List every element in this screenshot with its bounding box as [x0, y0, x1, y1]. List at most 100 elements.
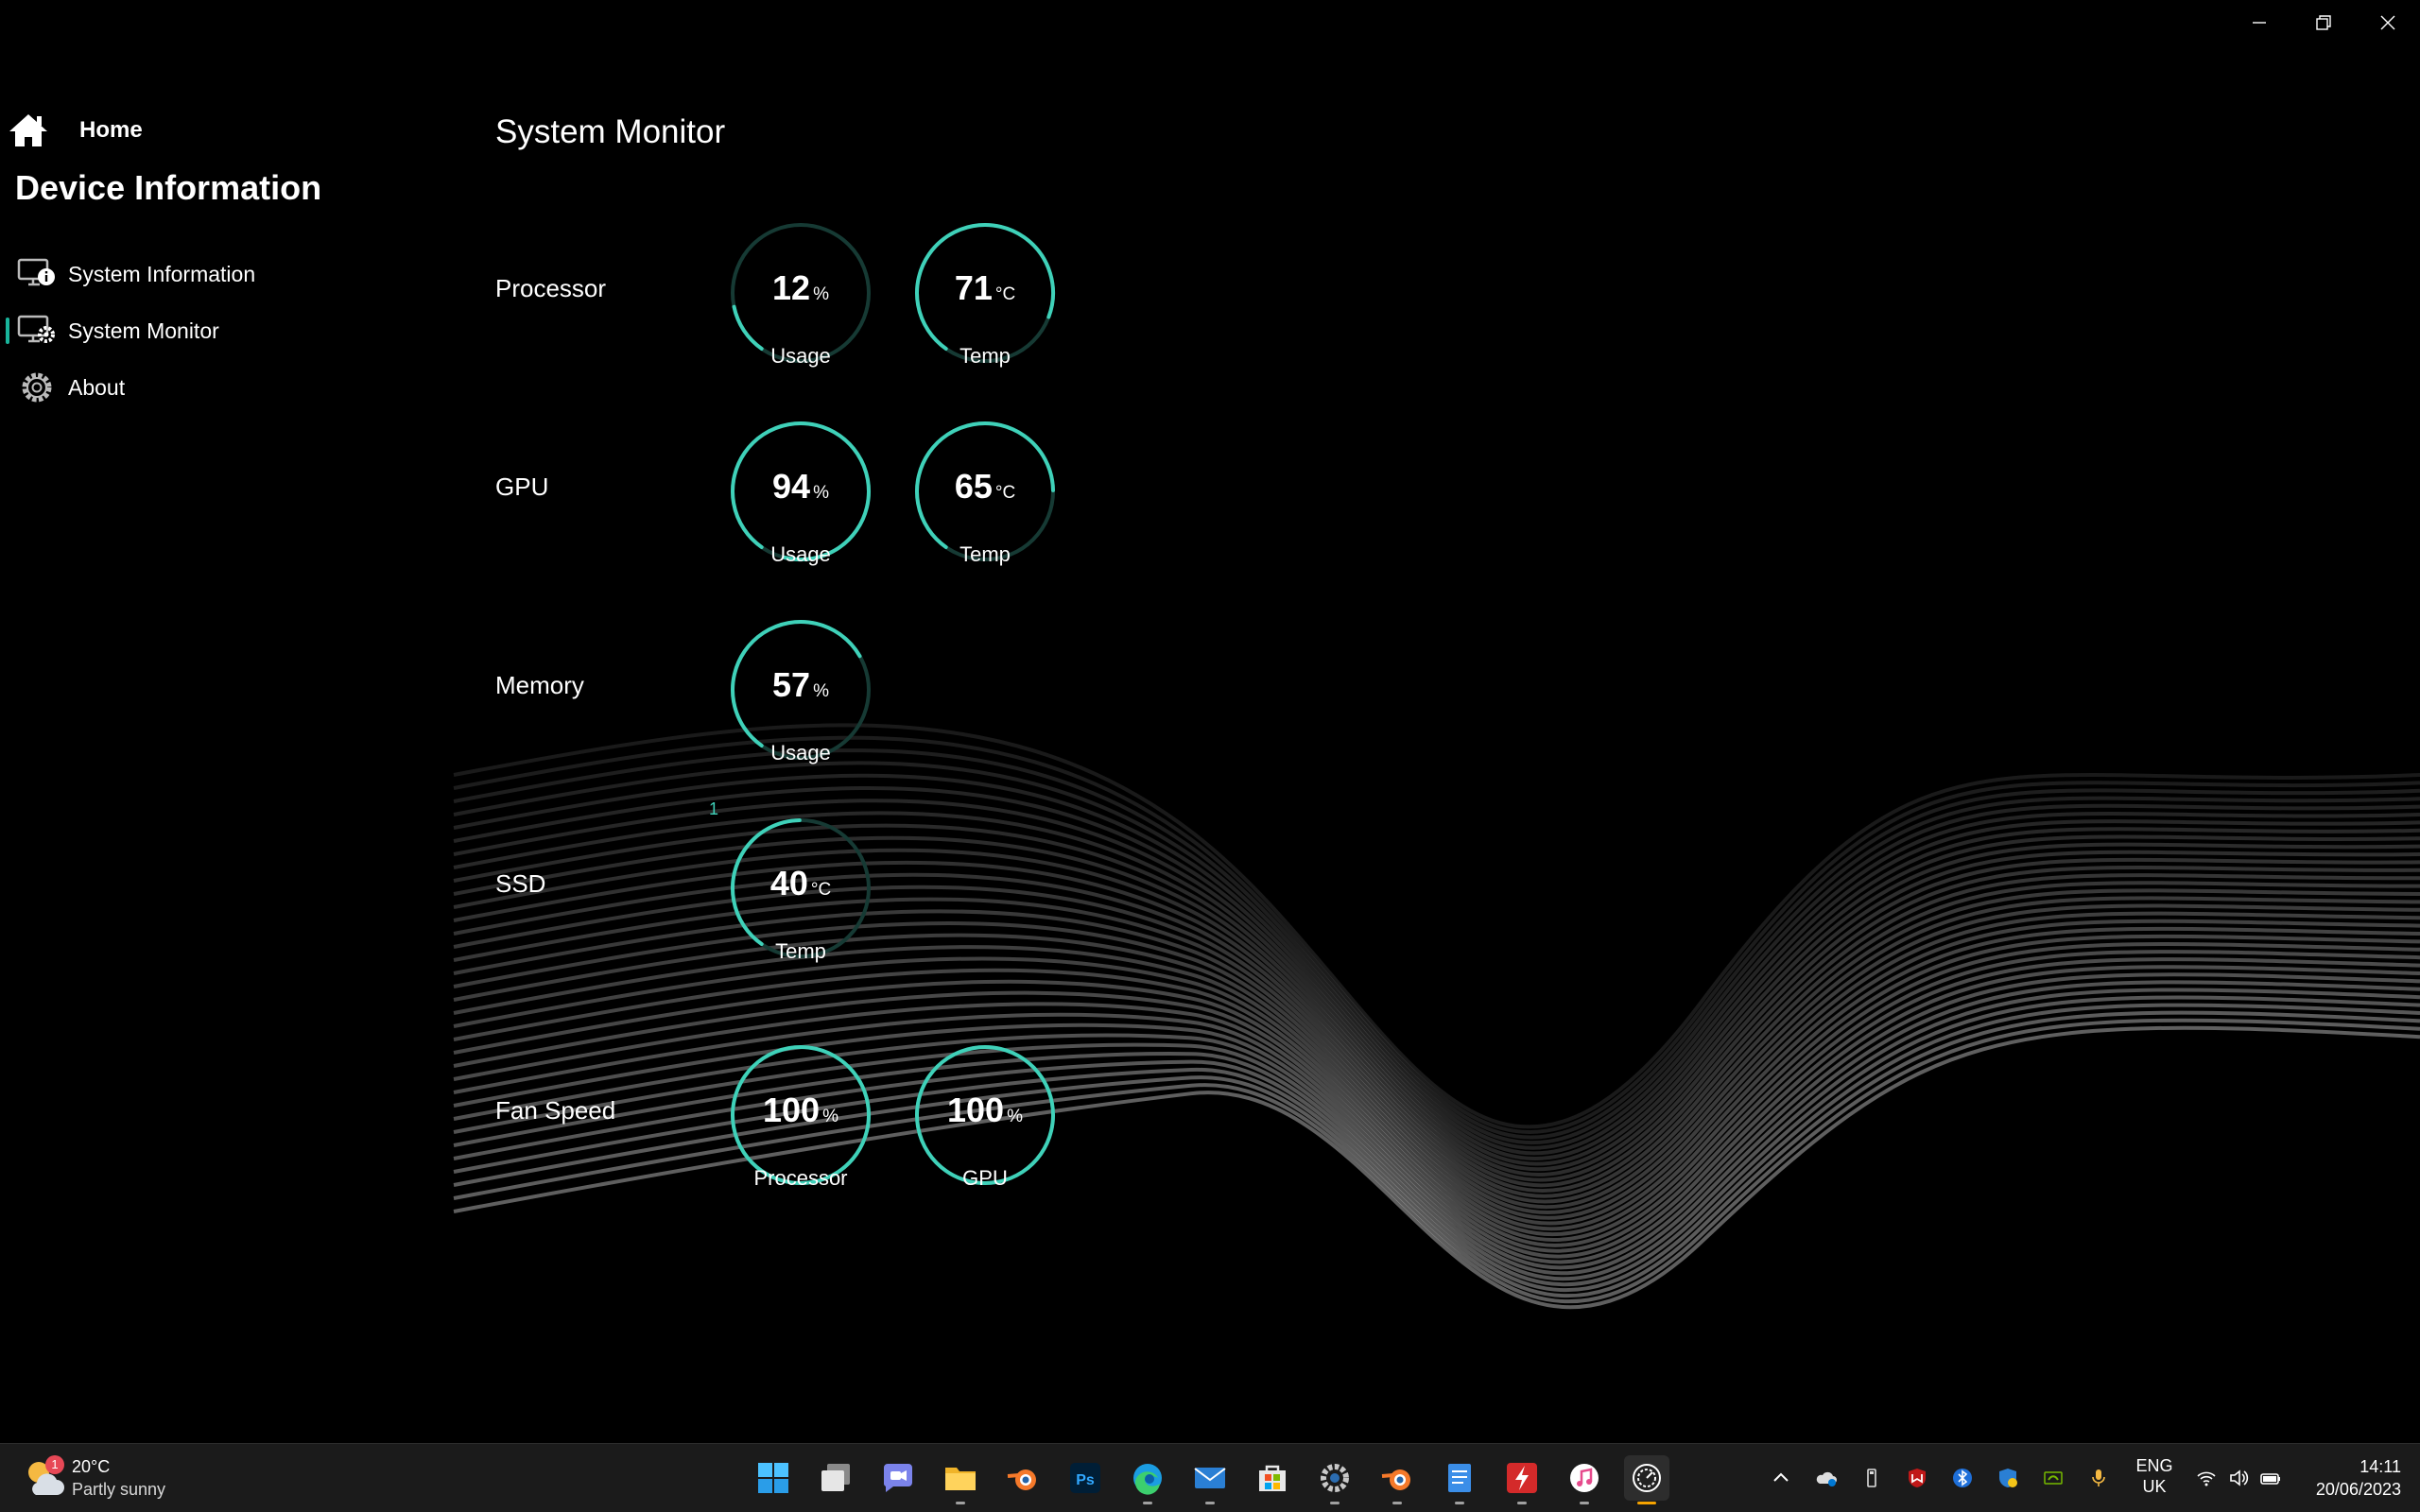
store-app[interactable] [1250, 1455, 1295, 1501]
tray-bluetooth[interactable] [1947, 1461, 1978, 1495]
photoshop-app[interactable]: Ps [1063, 1455, 1108, 1501]
tray-battery[interactable] [2256, 1461, 2286, 1495]
notepad-app[interactable] [1437, 1455, 1482, 1504]
microphone-icon [2092, 1469, 2105, 1486]
gpu-usage-gauge: 94% Usage [727, 418, 874, 616]
sidebar-item-system-monitor[interactable]: System Monitor [0, 304, 378, 357]
tray-onedrive[interactable] [1811, 1461, 1841, 1495]
edge-app[interactable] [1125, 1455, 1170, 1504]
fan-speed-label: Fan Speed [495, 1096, 616, 1125]
blender-app-2[interactable] [1374, 1455, 1420, 1504]
monitor-gear-icon [17, 315, 55, 343]
itunes-app[interactable] [1562, 1455, 1607, 1504]
mail-app[interactable] [1187, 1455, 1233, 1504]
restore-icon [2316, 15, 2331, 30]
language-indicator[interactable]: ENG UK [2135, 1455, 2174, 1497]
processor-temp-gauge: 71 °C Temp [911, 219, 1059, 418]
gauge-caption: Usage [770, 542, 831, 566]
active-indicator [1637, 1502, 1656, 1504]
tray-microphone[interactable] [2083, 1461, 2114, 1495]
selection-indicator [6, 318, 9, 344]
minimize-icon [2253, 22, 2266, 24]
flash-app[interactable] [1499, 1455, 1545, 1504]
tray-volume[interactable] [2223, 1461, 2254, 1495]
gauge-unit: % [822, 1107, 838, 1126]
blender-icon [1381, 1469, 1410, 1490]
file-explorer-icon [945, 1468, 976, 1490]
file-explorer-app[interactable] [938, 1455, 983, 1504]
running-indicator [1392, 1502, 1402, 1504]
running-indicator [956, 1502, 965, 1504]
show-hidden-icons-button[interactable] [1766, 1461, 1796, 1495]
gauge-unit: % [813, 681, 829, 701]
notepad-icon [1448, 1464, 1471, 1492]
sidebar-item-label: System Monitor [68, 318, 219, 343]
language-line-1: ENG [2135, 1456, 2173, 1475]
tray-defender[interactable] [1993, 1461, 2023, 1495]
gauge-caption: GPU [962, 1166, 1008, 1190]
gauge-value: 100 [763, 1091, 821, 1129]
settings-app[interactable] [1312, 1455, 1357, 1504]
system-monitor-app[interactable] [1624, 1455, 1669, 1504]
taskbar: 1 20°C Partly sunny Ps ENG UK 14:11 20/0… [0, 1443, 2420, 1512]
selection-indicator [6, 261, 9, 287]
wifi-icon [2197, 1471, 2216, 1486]
task-view-icon [821, 1464, 850, 1491]
gear-icon [22, 372, 52, 403]
ssd-index-label: 1 [709, 799, 719, 818]
gauge-value: 12 [772, 268, 811, 307]
blender-icon [1007, 1469, 1036, 1490]
running-indicator [1205, 1502, 1215, 1504]
gauge-caption: Temp [959, 542, 1011, 566]
itunes-icon [1570, 1464, 1599, 1492]
restore-button[interactable] [2291, 0, 2356, 45]
language-line-2: UK [2142, 1477, 2167, 1496]
gauge-unit: °C [994, 483, 1016, 503]
windows-start-icon [758, 1463, 788, 1493]
clock[interactable]: 14:11 20/06/2023 [2316, 1455, 2401, 1501]
time: 14:11 [2360, 1457, 2401, 1476]
usb-icon [1867, 1469, 1876, 1487]
running-indicator [1517, 1502, 1527, 1504]
flash-icon [1507, 1463, 1537, 1493]
monitor-info-icon [17, 258, 55, 286]
gauge-caption: Temp [959, 344, 1011, 368]
minimize-button[interactable] [2227, 0, 2291, 45]
chat-app[interactable] [875, 1455, 921, 1501]
fan-processor-gauge: 100% Processor [727, 1041, 874, 1240]
sidebar-item-about[interactable]: About [0, 361, 378, 414]
photoshop-icon: Ps [1070, 1463, 1100, 1493]
defender-icon [1999, 1469, 2017, 1487]
running-indicator [1143, 1502, 1152, 1504]
gauge-value: 40 [769, 864, 808, 902]
tray-wifi[interactable] [2191, 1461, 2221, 1495]
task-view-button[interactable] [813, 1455, 858, 1501]
gauge-caption: Processor [753, 1166, 848, 1190]
sidebar-item-label: System Information [68, 261, 256, 286]
close-button[interactable] [2356, 0, 2420, 45]
gauge-unit: % [813, 284, 829, 304]
tray-nvidia[interactable] [2038, 1461, 2068, 1495]
blender-app[interactable] [1000, 1455, 1046, 1501]
gauge-unit: % [813, 483, 829, 503]
start-button[interactable] [751, 1455, 796, 1501]
ssd-label: SSD [495, 869, 546, 898]
close-icon [2380, 15, 2395, 30]
tray-mcafee[interactable] [1902, 1461, 1932, 1495]
gauge-caption: Usage [770, 741, 831, 765]
tray-usb[interactable] [1857, 1461, 1887, 1495]
chat-icon [883, 1464, 912, 1492]
sidebar-item-label: About [68, 374, 126, 400]
window-controls [2227, 0, 2420, 45]
volume-icon [2230, 1469, 2249, 1486]
home-nav-item[interactable]: Home [8, 104, 143, 157]
nvidia-icon [2044, 1471, 2063, 1485]
sidebar-item-system-information[interactable]: System Information [0, 248, 378, 301]
memory-usage-gauge: 57% Usage [727, 616, 874, 815]
gauge-value: 94 [772, 467, 811, 506]
edge-icon [1133, 1464, 1162, 1495]
gauge-caption: Usage [770, 344, 831, 368]
ssd-temp-gauge: 40 °C Temp [727, 815, 874, 1013]
store-icon [1259, 1465, 1286, 1491]
system-monitor-app-icon [1633, 1464, 1661, 1492]
